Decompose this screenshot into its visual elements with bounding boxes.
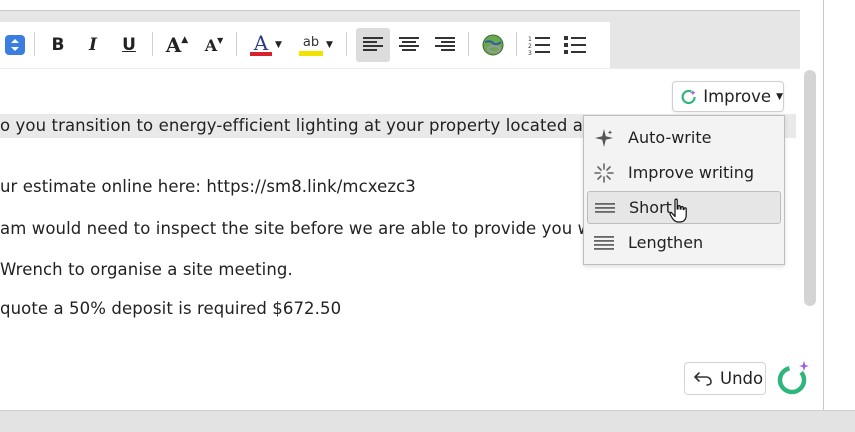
toolbar-divider: [152, 32, 153, 56]
hand-cursor-icon: [669, 198, 687, 223]
chevron-down-icon: ▼: [275, 40, 282, 50]
align-right-button[interactable]: [433, 32, 457, 58]
improve-dropdown-button[interactable]: Improve ▼: [672, 81, 784, 112]
arrow-down-icon: ▼: [217, 35, 224, 45]
undo-label: Undo: [720, 369, 764, 388]
editor-line: am would need to inspect the site before…: [0, 219, 629, 238]
font-color-icon: A: [250, 31, 273, 56]
highlight-letters: ab: [302, 34, 320, 50]
align-center-button[interactable]: [397, 32, 421, 58]
align-right-icon: [435, 37, 455, 51]
editor-line: Wrench to organise a site meeting.: [0, 260, 293, 279]
menu-item-shorten[interactable]: Short: [587, 191, 781, 224]
editor-line: quote a 50% deposit is required $672.50: [0, 299, 342, 318]
align-left-icon: [363, 37, 383, 51]
menu-item-auto-write[interactable]: Auto-write: [587, 121, 781, 154]
scrollbar-thumb[interactable]: [804, 70, 816, 306]
globe-link-icon: [482, 34, 504, 56]
right-divider: [823, 0, 824, 410]
menu-item-label: Auto-write: [628, 128, 712, 147]
align-left-button[interactable]: [356, 28, 390, 62]
chevron-down-icon: ▼: [326, 40, 333, 50]
font-color-button[interactable]: A ▼: [248, 32, 284, 58]
undo-button[interactable]: Undo: [684, 362, 766, 395]
underline-label: U: [122, 35, 136, 55]
font-size-stepper[interactable]: [4, 32, 26, 58]
increase-font-label: A: [165, 33, 182, 57]
svg-text:2: 2: [528, 43, 532, 50]
bold-label: B: [51, 35, 65, 55]
highlight-color-bar: [299, 50, 324, 56]
font-color-bar: [250, 52, 273, 56]
menu-item-improve-writing[interactable]: Improve writing: [587, 156, 781, 189]
sparkle-burst-icon: [587, 162, 621, 183]
bullet-list-button[interactable]: [562, 32, 588, 58]
highlight-color-button[interactable]: ab ▼: [298, 32, 334, 58]
ai-assistant-icon[interactable]: [775, 360, 811, 396]
menu-item-label: Improve writing: [628, 163, 754, 182]
toolbar-divider: [346, 32, 347, 56]
toolbar-divider: [236, 32, 237, 56]
lines-icon: [587, 234, 621, 252]
ai-ring-icon: [681, 89, 696, 104]
undo-arrow-icon: [694, 371, 712, 386]
toolbar-divider: [34, 32, 35, 56]
menu-item-label: Lengthen: [628, 233, 704, 252]
bold-button[interactable]: B: [47, 32, 69, 58]
lines-icon: [588, 200, 622, 216]
numbered-list-icon: 123: [528, 36, 550, 55]
improve-label: Improve: [703, 87, 772, 106]
numbered-list-button[interactable]: 123: [526, 32, 552, 58]
editor-line: ur estimate online here: https://sm8.lin…: [0, 177, 416, 196]
underline-button[interactable]: U: [118, 32, 140, 58]
italic-button[interactable]: I: [82, 32, 104, 58]
decrease-font-label: A: [204, 35, 218, 55]
sparkle-icon: [587, 128, 621, 148]
formatting-toolbar: B I U A ▲ A ▼ A ▼ ab ▼ 1 2 3: [0, 22, 610, 68]
font-color-letter: A: [253, 31, 269, 55]
menu-item-lengthen[interactable]: Lengthen: [587, 226, 781, 259]
stepper-icon: [5, 35, 25, 55]
svg-text:1: 1: [528, 36, 532, 43]
increase-font-button[interactable]: A ▲: [164, 32, 190, 58]
chevron-down-icon: ▼: [776, 91, 783, 102]
insert-link-button[interactable]: [480, 32, 506, 58]
arrow-up-icon: ▲: [181, 35, 189, 45]
bullet-list-icon: [564, 36, 586, 54]
improve-menu: Auto-write Improve writing Short Lengthe…: [583, 115, 785, 265]
italic-label: I: [89, 35, 97, 55]
align-center-icon: [399, 37, 419, 51]
highlight-icon: ab: [299, 34, 324, 56]
menu-item-label: Short: [629, 198, 672, 217]
toolbar-divider: [516, 32, 517, 56]
decrease-font-button[interactable]: A ▼: [202, 32, 226, 58]
svg-text:3: 3: [528, 50, 532, 55]
bottom-bar: [0, 410, 855, 432]
subject-field[interactable]: [0, 0, 800, 11]
toolbar-divider: [468, 32, 469, 56]
